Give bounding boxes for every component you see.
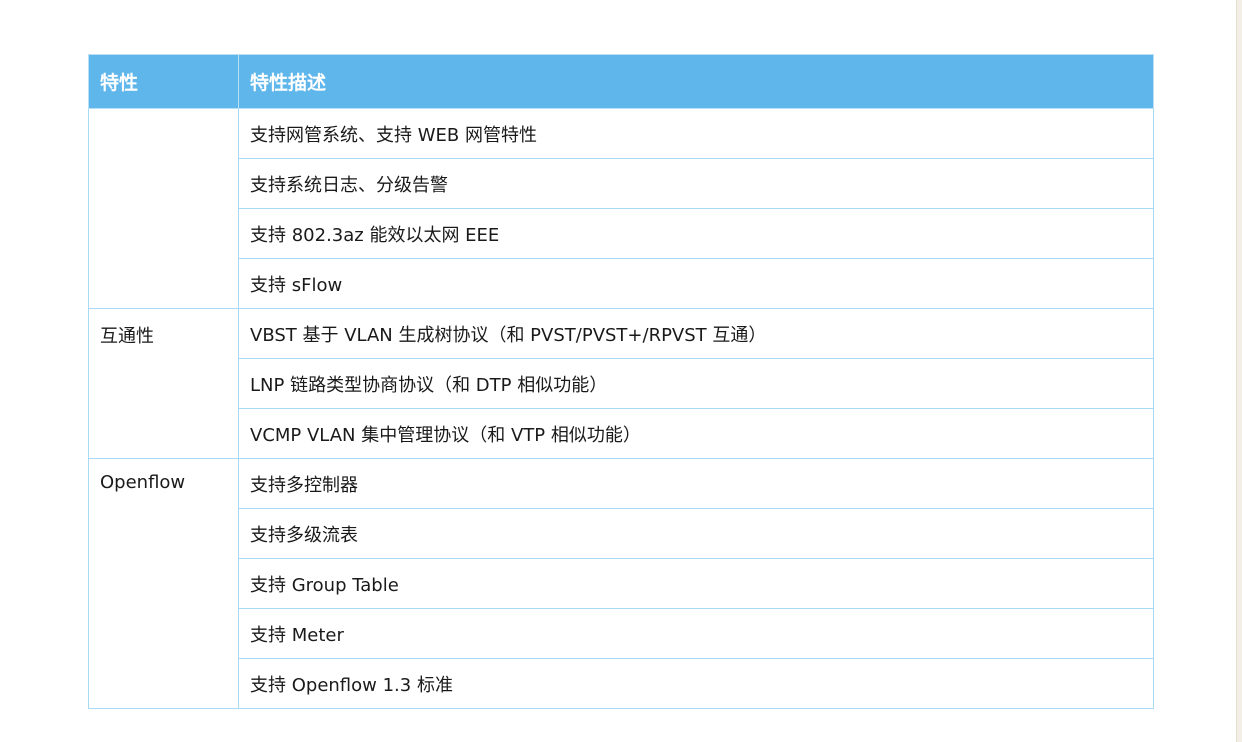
description-cell: VBST 基于 VLAN 生成树协议（和 PVST/PVST+/RPVST 互通… xyxy=(238,308,1154,359)
table-row: 支持 Openflow 1.3 标准 xyxy=(89,658,1154,709)
description-cell: 支持多控制器 xyxy=(238,458,1154,509)
description-cell: LNP 链路类型协商协议（和 DTP 相似功能） xyxy=(238,358,1154,409)
feature-cell: Openflow xyxy=(88,458,239,709)
description-cell: 支持网管系统、支持 WEB 网管特性 xyxy=(238,108,1154,159)
header-feature: 特性 xyxy=(88,54,239,109)
table-header: 特性 特性描述 xyxy=(88,54,1154,109)
table-row: 支持系统日志、分级告警 xyxy=(89,158,1154,209)
description-cell: 支持 Openflow 1.3 标准 xyxy=(238,658,1154,709)
description-cell: 支持 sFlow xyxy=(238,258,1154,309)
feature-cell xyxy=(88,108,239,309)
table-row: 支持多级流表 xyxy=(89,508,1154,559)
table-row: 支持 Meter xyxy=(89,608,1154,659)
description-cell: 支持 Group Table xyxy=(238,558,1154,609)
table-row: VCMP VLAN 集中管理协议（和 VTP 相似功能） xyxy=(89,408,1154,459)
header-row: 特性 特性描述 xyxy=(88,54,1154,109)
description-cell: 支持 802.3az 能效以太网 EEE xyxy=(238,208,1154,259)
table-row: 支持网管系统、支持 WEB 网管特性 xyxy=(88,108,1154,309)
description-cell: 支持 Meter xyxy=(238,608,1154,659)
table-row: 支持 802.3az 能效以太网 EEE xyxy=(89,208,1154,259)
feature-table: 特性 特性描述 支持网管系统、支持 WEB 网管特性 支持系统日志、分级告警 支… xyxy=(88,54,1154,709)
table-row: LNP 链路类型协商协议（和 DTP 相似功能） xyxy=(89,358,1154,409)
table-body: 支持网管系统、支持 WEB 网管特性 支持系统日志、分级告警 支持 802.3a… xyxy=(88,108,1154,709)
description-cell: VCMP VLAN 集中管理协议（和 VTP 相似功能） xyxy=(238,408,1154,459)
table-row: 支持 sFlow xyxy=(89,258,1154,309)
table-row: 支持 Group Table xyxy=(89,558,1154,609)
table-row: Openflow 支持多控制器 xyxy=(88,458,1154,709)
description-cell: 支持系统日志、分级告警 xyxy=(238,158,1154,209)
header-description: 特性描述 xyxy=(238,54,1154,109)
description-cell: 支持多级流表 xyxy=(238,508,1154,559)
feature-cell: 互通性 xyxy=(88,308,239,459)
page-edge-strip xyxy=(1236,0,1242,742)
table-row: 互通性 VBST 基于 VLAN 生成树协议（和 PVST/PVST+/RPVS… xyxy=(88,308,1154,459)
